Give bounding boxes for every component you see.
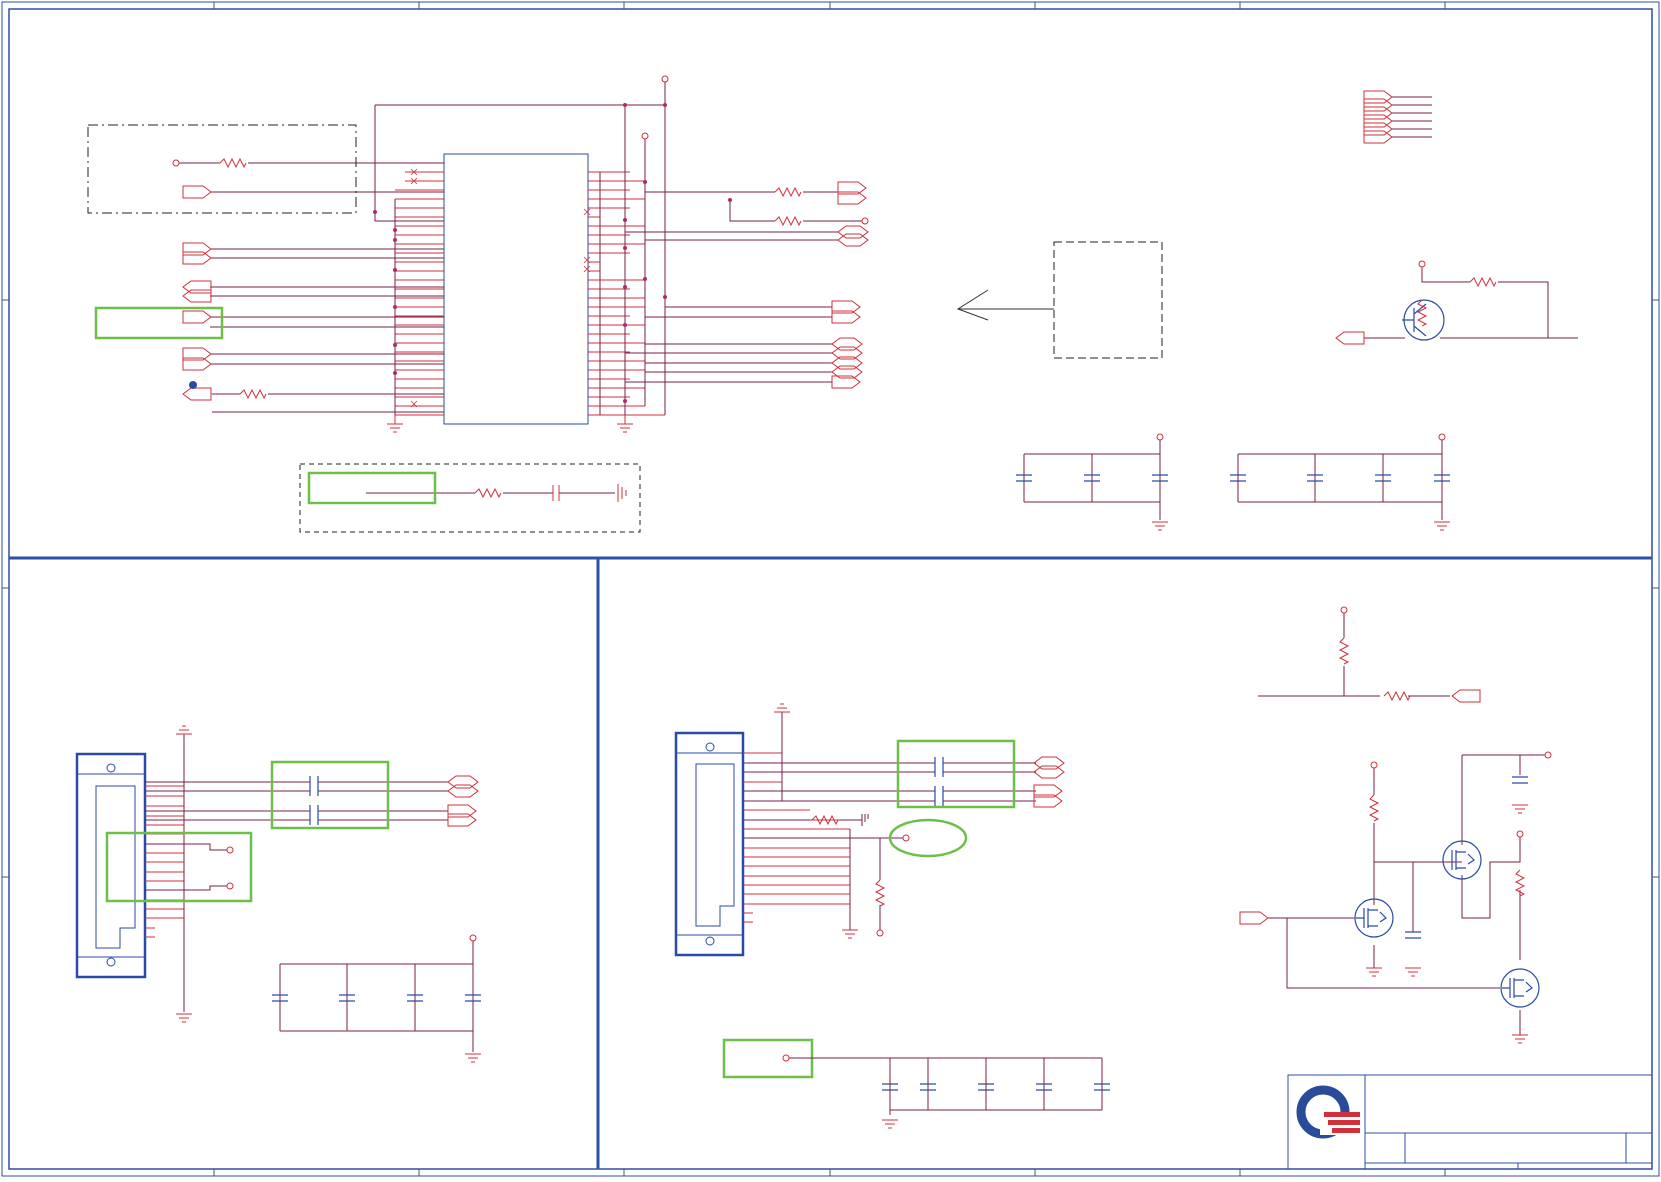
dashed-box-note (1053, 241, 1163, 359)
connector-right-caps[interactable] (934, 757, 944, 806)
connector-left-ground-top (176, 725, 192, 735)
highlight-box-left (105, 760, 390, 903)
test-points-left[interactable] (226, 846, 234, 890)
connector-left-pins (145, 785, 184, 938)
power-pin-top[interactable] (641, 75, 669, 140)
connector-right-gnd-bus (781, 712, 851, 930)
ic-nc-marks (410, 168, 591, 408)
bjt-port[interactable] (1335, 331, 1365, 345)
port-stack-wires (1392, 96, 1432, 138)
cap-bank-1-ground (1151, 521, 1169, 531)
connector-left-ground-bottom (175, 1013, 193, 1023)
test-point-left[interactable] (172, 159, 180, 167)
cap-bank-2-power[interactable] (1438, 433, 1446, 441)
sheet-border (1, 1, 1660, 1177)
bjt-circuit (1364, 264, 1578, 339)
cap-bank-1-power[interactable] (1156, 433, 1164, 441)
dashdot-box-left (87, 124, 357, 214)
blue-marker-dot (189, 381, 197, 389)
mosfet-caps[interactable] (1404, 776, 1529, 939)
connector-right-ground-bottom (841, 929, 859, 939)
right-resistor-1[interactable] (774, 187, 802, 197)
left-resistor-2[interactable] (239, 389, 267, 399)
connector-right-ground-top (774, 703, 790, 713)
highlight-box (94, 306, 437, 505)
mosfet-resistors[interactable] (1369, 794, 1525, 897)
main-ic[interactable] (443, 153, 589, 425)
bjt-power-pin[interactable] (1418, 260, 1426, 268)
ac-coupling-caps[interactable] (309, 776, 319, 825)
cap-bank-3-ground (464, 1053, 482, 1063)
ac-coupling-wires (145, 781, 448, 891)
schematic-sheet (0, 0, 1661, 1178)
mosfet-circuit-wires (1268, 754, 1545, 1035)
right-resistor-2[interactable] (774, 216, 802, 226)
cap-bank-4[interactable] (788, 1057, 1103, 1115)
mosfet-2[interactable] (1442, 840, 1482, 880)
cap-bank-4-test-point[interactable] (782, 1054, 790, 1062)
connector-left-inner (77, 763, 145, 967)
pullup-resistors[interactable] (1339, 637, 1411, 701)
port-stack-top-right[interactable] (1363, 90, 1393, 144)
left-resistor-1[interactable] (219, 158, 247, 168)
arrow-pointer (956, 289, 1054, 321)
cap-bank-4-ground (881, 1119, 899, 1129)
right-signals (625, 191, 862, 383)
cap-bank-2-caps (1229, 474, 1451, 482)
pullup-circuit (1258, 612, 1450, 697)
cap-bank-1[interactable] (1023, 438, 1161, 520)
connector-right-ports[interactable] (1033, 756, 1065, 808)
section-divider (9, 556, 1652, 1169)
ic-left-pins (395, 171, 444, 416)
connector-right-inner (676, 742, 743, 946)
mosfet-port[interactable] (1239, 911, 1269, 925)
cap-bank-2-ground (1433, 521, 1451, 531)
left-signals (178, 162, 444, 413)
mosfet-power-pins[interactable] (1370, 751, 1552, 838)
zone-ticks (2, 2, 1659, 1176)
cap-bank-3-power[interactable] (469, 934, 477, 942)
left-ports[interactable] (182, 185, 212, 401)
chassis-ground (617, 484, 627, 502)
ic-ground-right (616, 415, 634, 433)
connector-right-test-points[interactable] (876, 834, 910, 937)
cap-bank-3-caps (271, 994, 482, 1002)
ac-coupling-ports[interactable] (447, 775, 479, 827)
right-ports[interactable] (831, 181, 869, 389)
connector-right-signals (743, 762, 1036, 930)
cap-bank-2[interactable] (1237, 438, 1443, 520)
mosfet-3[interactable] (1500, 968, 1540, 1008)
ic-ground-left (386, 415, 404, 433)
pullup-power[interactable] (1340, 606, 1348, 614)
pullup-port[interactable] (1451, 689, 1481, 703)
mosfet-grounds (1365, 804, 1529, 1044)
cap-bank-3[interactable] (279, 940, 474, 1052)
bjt-base-resistor[interactable] (1417, 277, 1497, 327)
cap-bank-4-caps (881, 1083, 1111, 1091)
test-point-right[interactable] (861, 217, 869, 225)
company-logo (1296, 1085, 1360, 1139)
connector-right[interactable] (674, 731, 745, 957)
